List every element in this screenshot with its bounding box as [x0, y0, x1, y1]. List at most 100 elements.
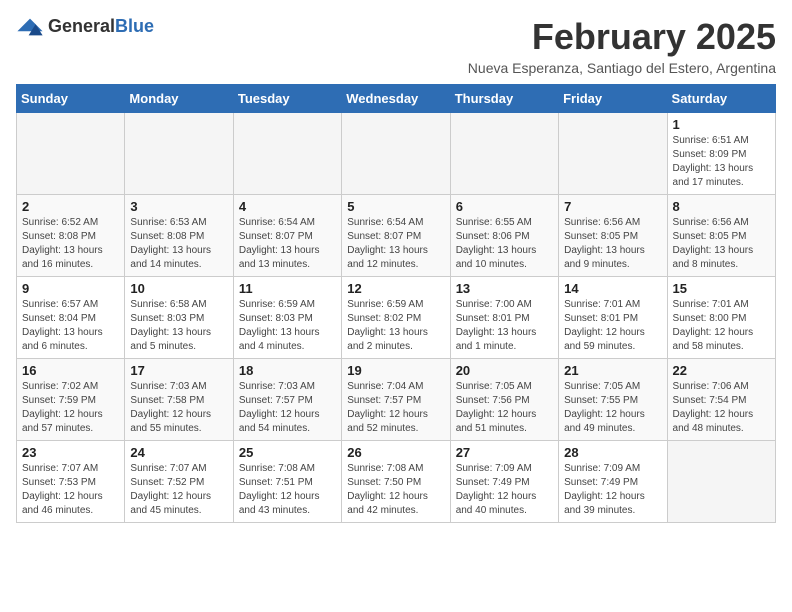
day-info: Sunrise: 6:59 AM Sunset: 8:03 PM Dayligh… [239, 298, 336, 354]
calendar-header-row: Sunday Monday Tuesday Wednesday Thursday… [17, 85, 776, 113]
day-info: Sunrise: 7:07 AM Sunset: 7:52 PM Dayligh… [130, 462, 227, 518]
calendar-subtitle: Nueva Esperanza, Santiago del Estero, Ar… [468, 60, 776, 76]
table-cell: 7 Sunrise: 6:56 AM Sunset: 8:05 PM Daylig… [559, 195, 667, 277]
day-number: 17 [130, 363, 227, 378]
table-cell: 13 Sunrise: 7:00 AM Sunset: 8:01 PM Dayli… [450, 277, 558, 359]
day-number: 21 [564, 363, 661, 378]
table-cell: 20 Sunrise: 7:05 AM Sunset: 7:56 PM Dayli… [450, 359, 558, 441]
day-number: 20 [456, 363, 553, 378]
table-cell: 25 Sunrise: 7:08 AM Sunset: 7:51 PM Dayli… [233, 441, 341, 523]
day-info: Sunrise: 7:05 AM Sunset: 7:56 PM Dayligh… [456, 380, 553, 436]
day-info: Sunrise: 6:55 AM Sunset: 8:06 PM Dayligh… [456, 216, 553, 272]
day-number: 25 [239, 445, 336, 460]
day-number: 16 [22, 363, 119, 378]
logo-icon [16, 17, 44, 37]
table-cell: 12 Sunrise: 6:59 AM Sunset: 8:02 PM Dayli… [342, 277, 450, 359]
table-cell: 11 Sunrise: 6:59 AM Sunset: 8:03 PM Dayli… [233, 277, 341, 359]
day-info: Sunrise: 7:03 AM Sunset: 7:57 PM Dayligh… [239, 380, 336, 436]
col-monday: Monday [125, 85, 233, 113]
table-cell: 23 Sunrise: 7:07 AM Sunset: 7:53 PM Dayli… [17, 441, 125, 523]
table-cell: 1 Sunrise: 6:51 AM Sunset: 8:09 PM Daylig… [667, 113, 775, 195]
table-cell: 15 Sunrise: 7:01 AM Sunset: 8:00 PM Dayli… [667, 277, 775, 359]
table-cell: 24 Sunrise: 7:07 AM Sunset: 7:52 PM Dayli… [125, 441, 233, 523]
table-cell: 16 Sunrise: 7:02 AM Sunset: 7:59 PM Dayli… [17, 359, 125, 441]
table-cell [342, 113, 450, 195]
day-number: 13 [456, 281, 553, 296]
day-number: 18 [239, 363, 336, 378]
table-cell: 26 Sunrise: 7:08 AM Sunset: 7:50 PM Dayli… [342, 441, 450, 523]
table-cell: 18 Sunrise: 7:03 AM Sunset: 7:57 PM Dayli… [233, 359, 341, 441]
day-number: 19 [347, 363, 444, 378]
table-cell: 22 Sunrise: 7:06 AM Sunset: 7:54 PM Dayli… [667, 359, 775, 441]
table-cell: 10 Sunrise: 6:58 AM Sunset: 8:03 PM Dayli… [125, 277, 233, 359]
day-number: 26 [347, 445, 444, 460]
day-number: 24 [130, 445, 227, 460]
logo[interactable]: GeneralBlue [16, 16, 154, 37]
day-number: 2 [22, 199, 119, 214]
table-cell [125, 113, 233, 195]
day-number: 28 [564, 445, 661, 460]
table-cell: 8 Sunrise: 6:56 AM Sunset: 8:05 PM Daylig… [667, 195, 775, 277]
table-cell: 19 Sunrise: 7:04 AM Sunset: 7:57 PM Dayli… [342, 359, 450, 441]
day-info: Sunrise: 6:52 AM Sunset: 8:08 PM Dayligh… [22, 216, 119, 272]
day-info: Sunrise: 6:56 AM Sunset: 8:05 PM Dayligh… [564, 216, 661, 272]
day-info: Sunrise: 6:57 AM Sunset: 8:04 PM Dayligh… [22, 298, 119, 354]
table-cell [667, 441, 775, 523]
logo-blue: Blue [115, 16, 154, 36]
day-info: Sunrise: 7:02 AM Sunset: 7:59 PM Dayligh… [22, 380, 119, 436]
day-info: Sunrise: 7:08 AM Sunset: 7:50 PM Dayligh… [347, 462, 444, 518]
day-number: 23 [22, 445, 119, 460]
day-info: Sunrise: 7:04 AM Sunset: 7:57 PM Dayligh… [347, 380, 444, 436]
title-block: February 2025 Nueva Esperanza, Santiago … [468, 16, 776, 76]
table-cell: 28 Sunrise: 7:09 AM Sunset: 7:49 PM Dayli… [559, 441, 667, 523]
calendar-table: Sunday Monday Tuesday Wednesday Thursday… [16, 84, 776, 523]
table-cell: 21 Sunrise: 7:05 AM Sunset: 7:55 PM Dayli… [559, 359, 667, 441]
day-info: Sunrise: 6:58 AM Sunset: 8:03 PM Dayligh… [130, 298, 227, 354]
day-number: 3 [130, 199, 227, 214]
day-number: 8 [673, 199, 770, 214]
day-number: 27 [456, 445, 553, 460]
day-info: Sunrise: 7:03 AM Sunset: 7:58 PM Dayligh… [130, 380, 227, 436]
week-row-1: 2 Sunrise: 6:52 AM Sunset: 8:08 PM Daylig… [17, 195, 776, 277]
day-info: Sunrise: 6:54 AM Sunset: 8:07 PM Dayligh… [347, 216, 444, 272]
week-row-4: 23 Sunrise: 7:07 AM Sunset: 7:53 PM Dayli… [17, 441, 776, 523]
day-number: 5 [347, 199, 444, 214]
day-info: Sunrise: 7:00 AM Sunset: 8:01 PM Dayligh… [456, 298, 553, 354]
day-info: Sunrise: 6:51 AM Sunset: 8:09 PM Dayligh… [673, 134, 770, 190]
day-info: Sunrise: 6:53 AM Sunset: 8:08 PM Dayligh… [130, 216, 227, 272]
day-info: Sunrise: 6:56 AM Sunset: 8:05 PM Dayligh… [673, 216, 770, 272]
day-info: Sunrise: 7:06 AM Sunset: 7:54 PM Dayligh… [673, 380, 770, 436]
day-number: 6 [456, 199, 553, 214]
page-header: GeneralBlue February 2025 Nueva Esperanz… [16, 16, 776, 76]
col-wednesday: Wednesday [342, 85, 450, 113]
day-number: 12 [347, 281, 444, 296]
week-row-3: 16 Sunrise: 7:02 AM Sunset: 7:59 PM Dayli… [17, 359, 776, 441]
table-cell [559, 113, 667, 195]
table-cell: 17 Sunrise: 7:03 AM Sunset: 7:58 PM Dayli… [125, 359, 233, 441]
day-number: 1 [673, 117, 770, 132]
col-friday: Friday [559, 85, 667, 113]
day-info: Sunrise: 7:07 AM Sunset: 7:53 PM Dayligh… [22, 462, 119, 518]
day-info: Sunrise: 7:05 AM Sunset: 7:55 PM Dayligh… [564, 380, 661, 436]
col-tuesday: Tuesday [233, 85, 341, 113]
col-sunday: Sunday [17, 85, 125, 113]
day-number: 7 [564, 199, 661, 214]
day-info: Sunrise: 7:01 AM Sunset: 8:00 PM Dayligh… [673, 298, 770, 354]
week-row-0: 1 Sunrise: 6:51 AM Sunset: 8:09 PM Daylig… [17, 113, 776, 195]
day-number: 10 [130, 281, 227, 296]
day-number: 4 [239, 199, 336, 214]
day-info: Sunrise: 7:09 AM Sunset: 7:49 PM Dayligh… [564, 462, 661, 518]
table-cell: 5 Sunrise: 6:54 AM Sunset: 8:07 PM Daylig… [342, 195, 450, 277]
day-number: 15 [673, 281, 770, 296]
day-info: Sunrise: 6:54 AM Sunset: 8:07 PM Dayligh… [239, 216, 336, 272]
calendar-title: February 2025 [468, 16, 776, 58]
table-cell: 27Sunrise: 7:09 AM Sunset: 7:49 PM Dayli… [450, 441, 558, 523]
table-cell [450, 113, 558, 195]
day-number: 11 [239, 281, 336, 296]
day-info: Sunrise: 7:08 AM Sunset: 7:51 PM Dayligh… [239, 462, 336, 518]
week-row-2: 9Sunrise: 6:57 AM Sunset: 8:04 PM Daylig… [17, 277, 776, 359]
day-info: Sunrise: 6:59 AM Sunset: 8:02 PM Dayligh… [347, 298, 444, 354]
table-cell: 14Sunrise: 7:01 AM Sunset: 8:01 PM Dayli… [559, 277, 667, 359]
day-number: 22 [673, 363, 770, 378]
table-cell [17, 113, 125, 195]
